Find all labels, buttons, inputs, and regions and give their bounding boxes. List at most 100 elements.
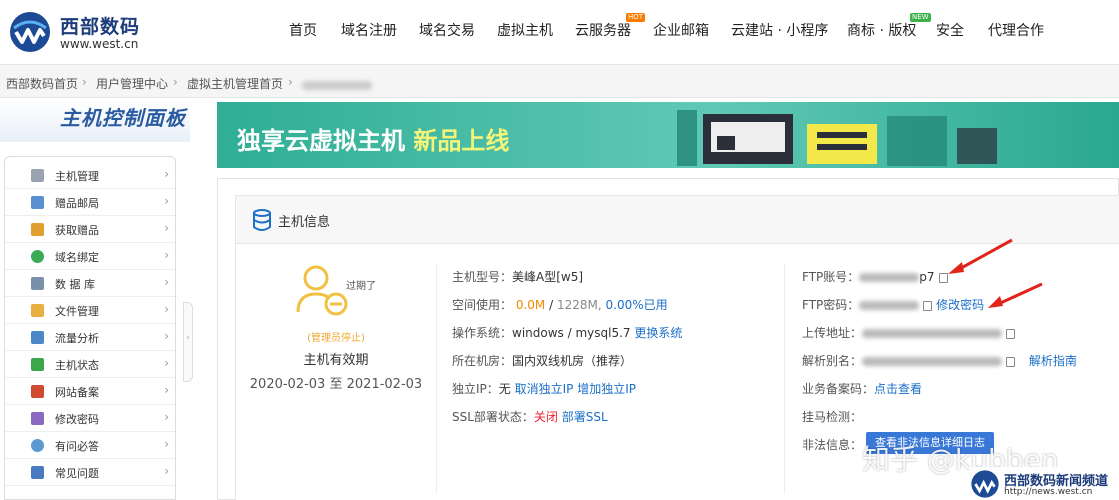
nav-site-builder[interactable]: 云建站 · 小程序 (731, 20, 828, 40)
mail-icon (31, 196, 44, 209)
breadcrumb-current-blurred (302, 78, 372, 92)
annotation-arrow-icon (948, 238, 1013, 274)
breadcrumb-separator: › (173, 75, 178, 89)
expired-label: 过期了 (346, 281, 376, 292)
divider (784, 264, 785, 494)
pen-icon (31, 385, 44, 398)
chevron-right-icon: › (164, 329, 169, 343)
user-stopped-icon (296, 265, 348, 316)
database-icon (31, 277, 44, 290)
validity-dates: 2020-02-03 至 2021-02-03 (249, 377, 423, 392)
folder-icon (31, 304, 44, 317)
breadcrumb-separator: › (288, 75, 293, 89)
brand-logo[interactable]: 西部数码 www.west.cn (8, 8, 158, 54)
ftp-password-row: FTP密码： 修改密码 (802, 298, 985, 312)
chevron-right-icon: › (164, 221, 169, 235)
brand-url: www.west.cn (60, 37, 139, 51)
chevron-right-icon: › (164, 302, 169, 316)
sidebar-item-domain-bind[interactable]: 域名绑定 › (5, 243, 175, 270)
sidebar-item-mail[interactable]: 赠品邮局 › (5, 189, 175, 216)
news-channel-logo: 西部数码新闻频道 http://news.west.cn (970, 467, 1119, 500)
promo-banner[interactable]: 独享云虚拟主机 新品上线 (217, 102, 1119, 168)
dedicated-ip-row: 独立IP：无 取消独立IP 增加独立IP (452, 382, 637, 396)
sidebar-item-password[interactable]: 修改密码 › (5, 405, 175, 432)
ssl-row: SSL部署状态：关闭 部署SSL (452, 410, 608, 424)
dns-guide-link[interactable]: 解析指南 (1029, 354, 1077, 368)
section-title: 主机信息 (278, 215, 331, 230)
breadcrumb-user-center[interactable]: 用户管理中心 (96, 75, 168, 92)
deploy-ssl-link[interactable]: 部署SSL (562, 410, 608, 424)
breadcrumb-host-home[interactable]: 虚拟主机管理首页 (187, 75, 283, 92)
new-badge: NEW (910, 13, 931, 22)
nav-enterprise-mail[interactable]: 企业邮箱 (653, 20, 709, 40)
server-illustration-icon (677, 110, 997, 166)
chevron-right-icon: › (164, 437, 169, 451)
chevron-right-icon: › (164, 383, 169, 397)
annotation-arrow-icon (988, 282, 1043, 308)
top-header: 西部数码 www.west.cn 首页 域名注册 域名交易 虚拟主机 云服务器 … (0, 0, 1119, 62)
host-status-panel: 过期了 (管理员停止) 主机有效期 2020-02-03 至 2021-02-0… (236, 244, 436, 500)
database-icon (253, 209, 271, 231)
datacenter-row: 所在机房：国内双线机房（推荐） (452, 354, 633, 368)
nav-home[interactable]: 首页 (289, 20, 317, 40)
sidebar-item-qa[interactable]: 有问必答 › (5, 432, 175, 459)
chevron-right-icon: › (164, 410, 169, 424)
os-row: 操作系统：windows / mysql5.7 更换系统 (452, 326, 683, 340)
malware-check-row: 挂马检测： (802, 410, 863, 424)
sidebar-item-database[interactable]: 数 据 库 › (5, 270, 175, 297)
illegal-info-row: 非法信息： (802, 438, 863, 452)
chevron-right-icon: › (164, 356, 169, 370)
sidebar-item-host-manage[interactable]: 主机管理 › (5, 162, 175, 189)
nav-virtual-host[interactable]: 虚拟主机 (497, 20, 553, 40)
change-os-link[interactable]: 更换系统 (634, 326, 682, 340)
copy-icon[interactable] (1006, 356, 1016, 367)
chart-icon (31, 331, 44, 344)
chevron-right-icon: › (164, 194, 169, 208)
upload-address-row: 上传地址： (802, 324, 1016, 341)
copy-icon[interactable] (1006, 328, 1016, 339)
status-icon (31, 358, 44, 371)
change-password-link[interactable]: 修改密码 (936, 298, 984, 312)
nav-domain-trade[interactable]: 域名交易 (419, 20, 475, 40)
help-icon (31, 466, 44, 479)
gift-icon (31, 223, 44, 236)
sidebar-title: 主机控制面板 (0, 100, 190, 142)
admin-stopped-label: (管理员停止) (307, 333, 365, 344)
sidebar-item-traffic[interactable]: 流量分析 › (5, 324, 175, 351)
space-usage-row: 空间使用： 0.0M / 1228M, 0.00%已用 (452, 298, 668, 312)
view-icp-link[interactable]: 点击查看 (874, 382, 922, 396)
west-logo-icon (971, 470, 999, 498)
add-ip-link[interactable]: 增加独立IP (577, 382, 636, 396)
sidebar-item-status[interactable]: 主机状态 › (5, 351, 175, 378)
copy-icon[interactable] (923, 300, 933, 311)
west-logo-icon (10, 12, 50, 52)
banner-highlight: 新品上线 (413, 127, 510, 155)
sidebar-item-files[interactable]: 文件管理 › (5, 297, 175, 324)
key-icon (31, 412, 44, 425)
breadcrumb-separator: › (82, 75, 87, 89)
host-model-row: 主机型号：美峰A型[w5] (452, 270, 584, 284)
ftp-user-row: FTP账号： p7 (802, 268, 948, 285)
brand-name: 西部数码 (60, 16, 141, 38)
sidebar-item-gift[interactable]: 获取赠品 › (5, 216, 175, 243)
nav-security[interactable]: 安全 (936, 20, 964, 40)
breadcrumb-home[interactable]: 西部数码首页 (6, 75, 78, 92)
chevron-right-icon: › (164, 275, 169, 289)
validity-label: 主机有效期 (303, 353, 369, 368)
nav-agent[interactable]: 代理合作 (988, 20, 1044, 40)
cancel-ip-link[interactable]: 取消独立IP (515, 382, 574, 396)
sidebar-menu: 主机管理 › 赠品邮局 › 获取赠品 › 域名绑定 › 数 据 库 › 文件管理 › 流量分… (4, 156, 176, 500)
breadcrumb: 西部数码首页 › 用户管理中心 › 虚拟主机管理首页 › (0, 64, 1119, 98)
globe-icon (31, 250, 44, 263)
chevron-right-icon: › (164, 248, 169, 262)
sidebar-item-icp[interactable]: 网站备案 › (5, 378, 175, 405)
server-icon (31, 169, 44, 182)
chevron-right-icon: › (164, 464, 169, 478)
sidebar-collapse-handle[interactable]: ‹ (183, 302, 193, 382)
nav-trademark[interactable]: 商标 · 版权 (847, 20, 916, 40)
sidebar-item-faq[interactable]: 常见问题 › (5, 459, 175, 486)
nav-cloud-server[interactable]: 云服务器 (575, 20, 631, 40)
person-icon (31, 439, 44, 452)
alias-row: 解析别名： 解析指南 (802, 354, 1077, 368)
nav-domain-register[interactable]: 域名注册 (341, 20, 397, 40)
